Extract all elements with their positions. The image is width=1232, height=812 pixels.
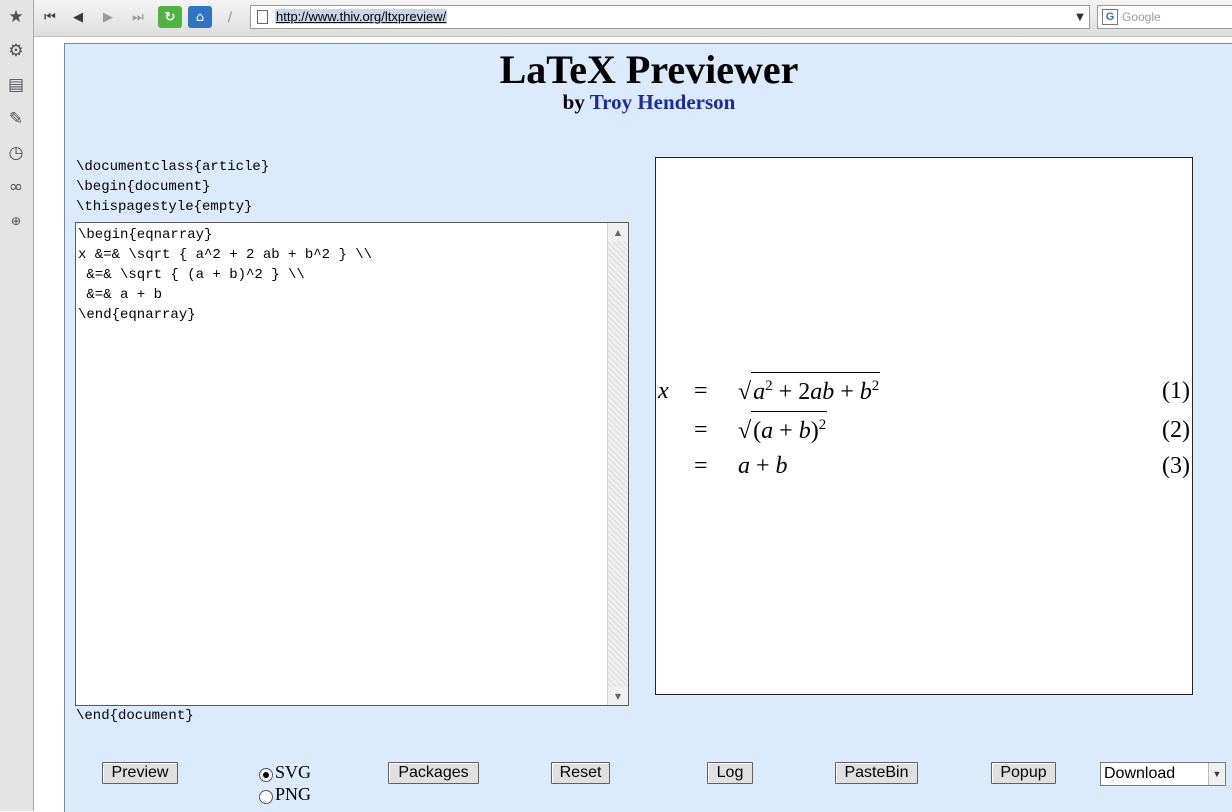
png-radio-label: PNG — [275, 784, 312, 804]
url-dropdown-icon[interactable]: ▼ — [1071, 6, 1089, 28]
stop-icon[interactable]: ∕ — [218, 6, 242, 28]
page-content: LaTeX Previewer by Troy Henderson \docum… — [64, 43, 1232, 812]
equals-sign: = — [694, 453, 708, 479]
equation-lhs: x — [658, 378, 669, 404]
svg-radio-label: SVG — [275, 762, 312, 782]
search-placeholder: Google — [1122, 10, 1161, 24]
download-selected: Download — [1104, 765, 1176, 782]
panels-icon[interactable]: ▤ — [4, 73, 28, 97]
back-icon[interactable]: ◀ — [66, 6, 90, 28]
postamble-line: \end{document} — [76, 708, 194, 724]
scroll-down-icon[interactable]: ▼ — [608, 687, 628, 705]
equation-number: (3) — [1162, 453, 1190, 479]
add-panel-icon[interactable]: ⊕ — [4, 209, 28, 233]
page-title: LaTeX Previewer — [499, 47, 799, 92]
rewind-icon[interactable]: ⏮ — [38, 6, 62, 28]
packages-button[interactable]: Packages — [388, 762, 479, 784]
history-clock-icon[interactable]: ◷ — [4, 141, 28, 165]
reload-icon[interactable]: ↻ — [158, 6, 182, 28]
latex-source-text[interactable]: \begin{eqnarray} x &=& \sqrt { a^2 + 2 a… — [78, 225, 372, 325]
equation-1-rhs: √a2 + 2ab + b2 — [738, 372, 881, 406]
equation-3-rhs: a + b — [738, 453, 788, 479]
url-text[interactable]: http://www.thiv.org/ltxpreview/ — [275, 9, 448, 24]
byline: by Troy Henderson — [65, 90, 1232, 115]
preamble-line: \begin{document} — [76, 179, 211, 195]
download-select[interactable]: Download ▼ — [1100, 762, 1226, 786]
browser-sidebar: ★ ⚙ ▤ ✎ ◷ ∞ ⊕ — [0, 0, 34, 811]
png-radio[interactable] — [259, 790, 273, 804]
gear-icon[interactable]: ⚙ — [4, 39, 28, 63]
reset-button[interactable]: Reset — [551, 762, 610, 784]
bookmark-star-icon[interactable]: ★ — [4, 5, 28, 29]
preview-button[interactable]: Preview — [102, 762, 178, 784]
forward-icon[interactable]: ▶ — [96, 6, 120, 28]
fast-forward-icon[interactable]: ⏭ — [126, 6, 150, 28]
latex-editor[interactable]: \begin{eqnarray} x &=& \sqrt { a^2 + 2 a… — [75, 222, 629, 706]
links-icon[interactable]: ∞ — [4, 175, 28, 199]
home-icon[interactable]: ⌂ — [188, 6, 212, 28]
byline-prefix: by — [562, 90, 585, 114]
equals-sign: = — [694, 417, 708, 443]
equation-number: (1) — [1162, 378, 1190, 404]
svg-radio[interactable] — [259, 768, 273, 782]
chevron-down-icon[interactable]: ▼ — [1208, 763, 1225, 785]
scroll-up-icon[interactable]: ▲ — [608, 223, 628, 241]
equation-number: (2) — [1162, 417, 1190, 443]
author-link[interactable]: Troy Henderson — [590, 90, 736, 114]
search-box[interactable]: G Google — [1097, 5, 1232, 29]
browser-toolbar: ⏮ ◀ ▶ ⏭ ↻ ⌂ ∕ http://www.thiv.org/ltxpre… — [34, 0, 1232, 37]
equation-2-rhs: √(a + b)2 — [738, 411, 828, 445]
google-search-icon[interactable]: G — [1102, 9, 1118, 25]
preamble-line: \documentclass{article} — [76, 159, 270, 175]
log-button[interactable]: Log — [707, 762, 753, 784]
preview-pane: x = √a2 + 2ab + b2 (1) = √(a + b)2 (2) =… — [655, 157, 1193, 695]
address-bar[interactable]: http://www.thiv.org/ltxpreview/ ▼ — [250, 5, 1090, 29]
popup-button[interactable]: Popup — [991, 762, 1056, 784]
page-icon — [257, 10, 268, 24]
pastebin-button[interactable]: PasteBin — [835, 762, 918, 784]
preamble-line: \thispagestyle{empty} — [76, 199, 253, 215]
equals-sign: = — [694, 378, 708, 404]
editor-scrollbar[interactable]: ▲ ▼ — [607, 223, 628, 705]
feeds-icon[interactable]: ✎ — [4, 107, 28, 131]
